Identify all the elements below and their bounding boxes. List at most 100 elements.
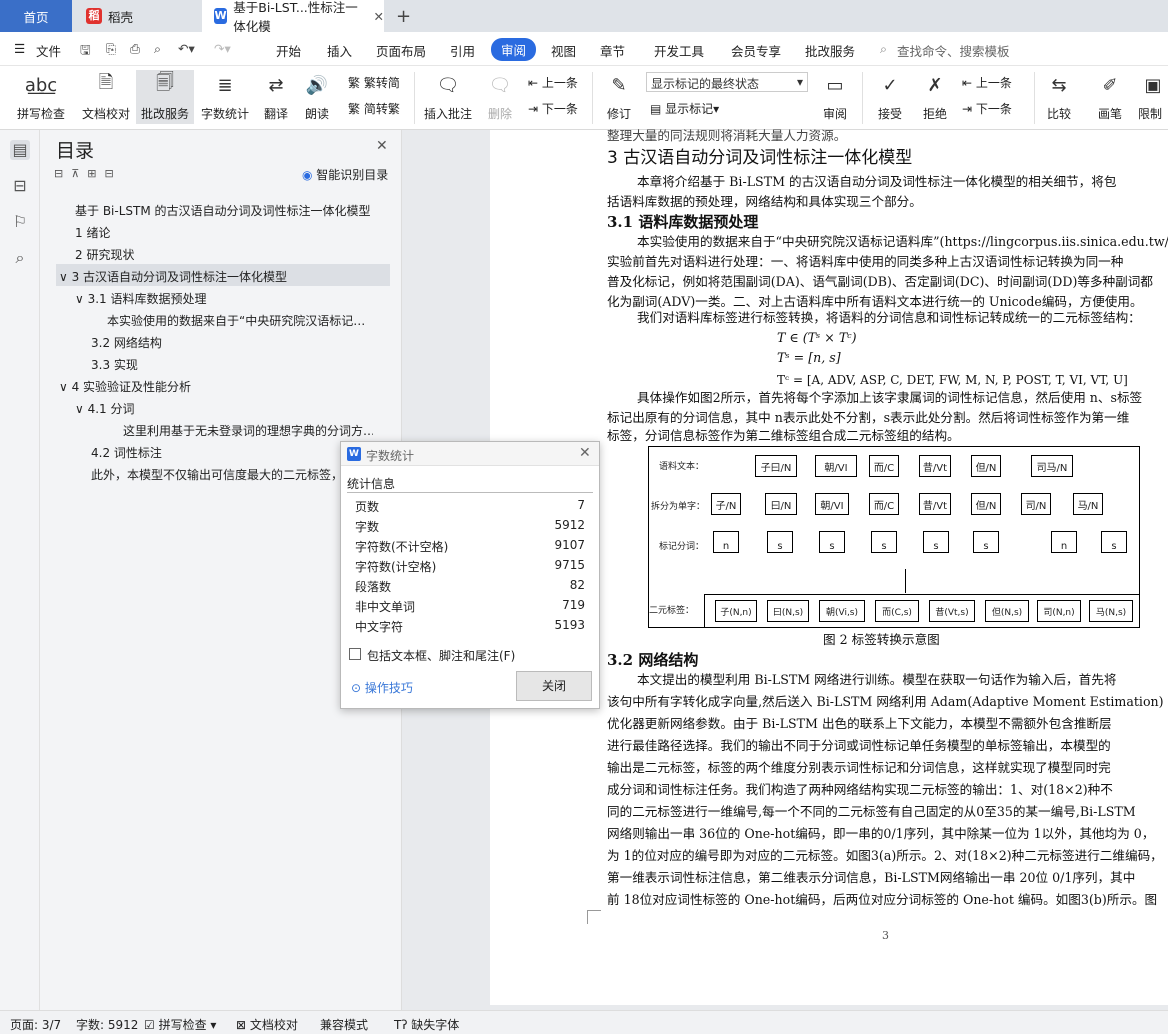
read-aloud-button[interactable]: 🔊 朗读: [300, 70, 334, 122]
toc-item[interactable]: 2 研究现状: [75, 246, 134, 263]
markup-select[interactable]: 显示标记的最终状态 ▾: [646, 72, 808, 92]
remove-icon[interactable]: ⊟: [105, 167, 122, 180]
toc-item[interactable]: 3.2 网络结构: [91, 334, 162, 351]
track-changes-button[interactable]: ✎ 修订: [598, 70, 640, 122]
toc-item-expanded[interactable]: ∨ 4 实验验证及性能分析: [59, 378, 191, 395]
menu-layout[interactable]: 页面布局: [376, 41, 426, 60]
menu-member[interactable]: 会员专享: [731, 41, 781, 60]
figure-char-box: 但/N: [971, 493, 1001, 515]
toc-item[interactable]: 此外，本模型不仅输出可信度最大的二元标签，…: [91, 466, 341, 483]
doc-line: 普及化标记，例如将范围副词(DA)、语气副词(DB)、否定副词(DC)、时间副词…: [607, 274, 1153, 289]
toc-item-expanded[interactable]: ∨ 4.1 分词: [75, 400, 135, 417]
ribbon-divider: [862, 72, 863, 124]
tips-link[interactable]: ⊙ 操作技巧: [351, 679, 413, 696]
menu-view[interactable]: 视图: [551, 41, 576, 60]
figure-word-box: 而/C: [869, 455, 899, 477]
tab-document[interactable]: W 基于Bi-LST...性标注一体化模 ✕: [202, 0, 384, 34]
menu-start[interactable]: 开始: [276, 41, 301, 60]
translate-button[interactable]: ⇄ 翻译: [256, 70, 296, 122]
doc-formula: Tᶜ = [A, ADV, ASP, C, DET, FW, M, N, P, …: [777, 373, 1128, 387]
save-icon[interactable]: 🖫: [80, 41, 91, 62]
delete-comment-button[interactable]: 🗨 删除: [480, 70, 520, 122]
toc-item[interactable]: 基于 Bi-LSTM 的古汉语自动分词及词性标注一体化模型: [75, 202, 395, 219]
review-pane-button[interactable]: ▭ 审阅: [814, 70, 856, 122]
missing-font[interactable]: Tʔ 缺失字体: [394, 1016, 459, 1033]
add-icon[interactable]: ⊞: [87, 167, 104, 180]
spell-check-icon: a͟b͟c: [24, 74, 58, 96]
menu-developer[interactable]: 开发工具: [654, 41, 704, 60]
menu-batch-service[interactable]: 批改服务: [805, 41, 855, 60]
figure-row-label: 标记分词：: [659, 542, 705, 552]
doc-line: 整理大量的同法规则将消耗大量人力资源。: [607, 128, 847, 143]
tips-label: 操作技巧: [364, 681, 413, 695]
toc-item-expanded[interactable]: ∨ 3 古汉语自动分词及词性标注一体化模型: [59, 268, 287, 285]
hamburger-icon[interactable]: ☰: [14, 41, 25, 56]
close-icon[interactable]: ✕: [579, 445, 591, 461]
search-icon: ⌕: [880, 41, 888, 56]
figure-row-label: 拆分为单字：: [651, 502, 706, 512]
menu-reference[interactable]: 引用: [450, 41, 475, 60]
review-pane-label: 审阅: [822, 107, 847, 121]
up-icon[interactable]: ⊼: [71, 167, 87, 180]
batch-service-button[interactable]: 🗐 批改服务: [136, 70, 194, 124]
translate-icon: ⇄: [268, 74, 284, 96]
figure-pair-box: 朝(Vi,s): [819, 600, 865, 622]
next-comment-button[interactable]: ⇥ 下一条: [528, 100, 578, 117]
doc-subheading: 3.1 语料库数据预处理: [607, 213, 759, 231]
search-icon[interactable]: ⌕: [10, 248, 30, 268]
redo-icon[interactable]: ↷▾: [214, 41, 231, 56]
preview-icon[interactable]: ⌕: [154, 41, 161, 57]
restrict-button[interactable]: ▣ 限制: [1138, 70, 1168, 122]
trad-to-simp-button[interactable]: 繁 繁转简: [348, 74, 400, 91]
menu-file[interactable]: 文件: [36, 41, 61, 60]
page-indicator[interactable]: 页面: 3/7: [10, 1016, 61, 1033]
toc-item-expanded[interactable]: ∨ 3.1 语料库数据预处理: [75, 290, 207, 307]
stat-value: 5912: [554, 518, 585, 532]
accept-button[interactable]: ✓ 接受: [868, 70, 912, 122]
toc-icon[interactable]: ▤: [10, 140, 30, 160]
next-change-button[interactable]: ⇥ 下一条: [962, 100, 1012, 117]
compare-button[interactable]: ⇆ 比较: [1038, 70, 1080, 122]
reject-button[interactable]: ✗ 拒绝: [914, 70, 956, 122]
spell-check-button[interactable]: a͟b͟c 拼写检查: [8, 70, 74, 122]
word-count-button[interactable]: ≣ 字数统计: [198, 70, 252, 122]
proof-icon: ⊠: [236, 1018, 250, 1032]
tab-home[interactable]: 首页: [0, 0, 72, 32]
new-tab-icon[interactable]: +: [384, 0, 411, 32]
toc-item[interactable]: 4.2 词性标注: [91, 444, 162, 461]
toc-item[interactable]: 1 绪论: [75, 224, 110, 241]
prev-change-button[interactable]: ⇤ 上一条: [962, 74, 1012, 91]
toc-item[interactable]: 这里利用基于无未登录词的理想字典的分词方…: [123, 422, 373, 439]
doc-proof-button[interactable]: 🗎 文档校对: [78, 70, 134, 122]
simp-to-trad-button[interactable]: 繁 简转繁: [348, 100, 400, 117]
undo-icon[interactable]: ↶▾: [178, 41, 195, 56]
close-icon[interactable]: ✕: [376, 138, 388, 154]
command-search[interactable]: 查找命令、搜索模板: [897, 41, 1010, 60]
status-proof[interactable]: ⊠ 文档校对: [236, 1016, 298, 1033]
outline-icon[interactable]: ⊟: [10, 176, 30, 196]
tab-daoke[interactable]: 稻稻壳: [74, 0, 200, 32]
export-icon[interactable]: ⎘: [106, 41, 116, 57]
show-markup-label: 显示标记: [665, 102, 714, 116]
toc-item[interactable]: 3.3 实现: [91, 356, 138, 373]
insert-comment-button[interactable]: 🗨 插入批注: [420, 70, 476, 122]
print-icon[interactable]: ⎙: [130, 41, 140, 57]
doc-line: 网络则输出一串 36位的 One-hot编码，即一串的0/1序列，其中除某一位为…: [607, 826, 1155, 841]
chevron-down-icon: ∨: [75, 292, 88, 306]
smart-toc-button[interactable]: ◉ 智能识别目录: [302, 166, 388, 183]
close-icon[interactable]: ✕: [374, 9, 384, 24]
prev-comment-button[interactable]: ⇤ 上一条: [528, 74, 578, 91]
menu-insert[interactable]: 插入: [327, 41, 352, 60]
bookmark-icon[interactable]: ⚐: [10, 212, 30, 232]
pen-button[interactable]: ✐ 画笔: [1090, 70, 1130, 122]
show-markup-button[interactable]: ▤ 显示标记▾: [650, 100, 719, 117]
include-textbox-checkbox[interactable]: [349, 648, 361, 660]
status-spell-check[interactable]: ☑ 拼写检查 ▾: [144, 1016, 216, 1033]
menu-chapter[interactable]: 章节: [600, 41, 625, 60]
toc-item[interactable]: 本实验使用的数据来自于“中央研究院汉语标记…: [107, 312, 377, 329]
collapse-icon[interactable]: ⊟: [54, 167, 71, 180]
menu-review[interactable]: 审阅: [491, 38, 537, 61]
close-dialog-button[interactable]: 关闭: [516, 671, 592, 701]
word-count-indicator[interactable]: 字数: 5912: [76, 1016, 138, 1033]
toc-controls[interactable]: ⊟⊼⊞⊟: [54, 167, 122, 180]
